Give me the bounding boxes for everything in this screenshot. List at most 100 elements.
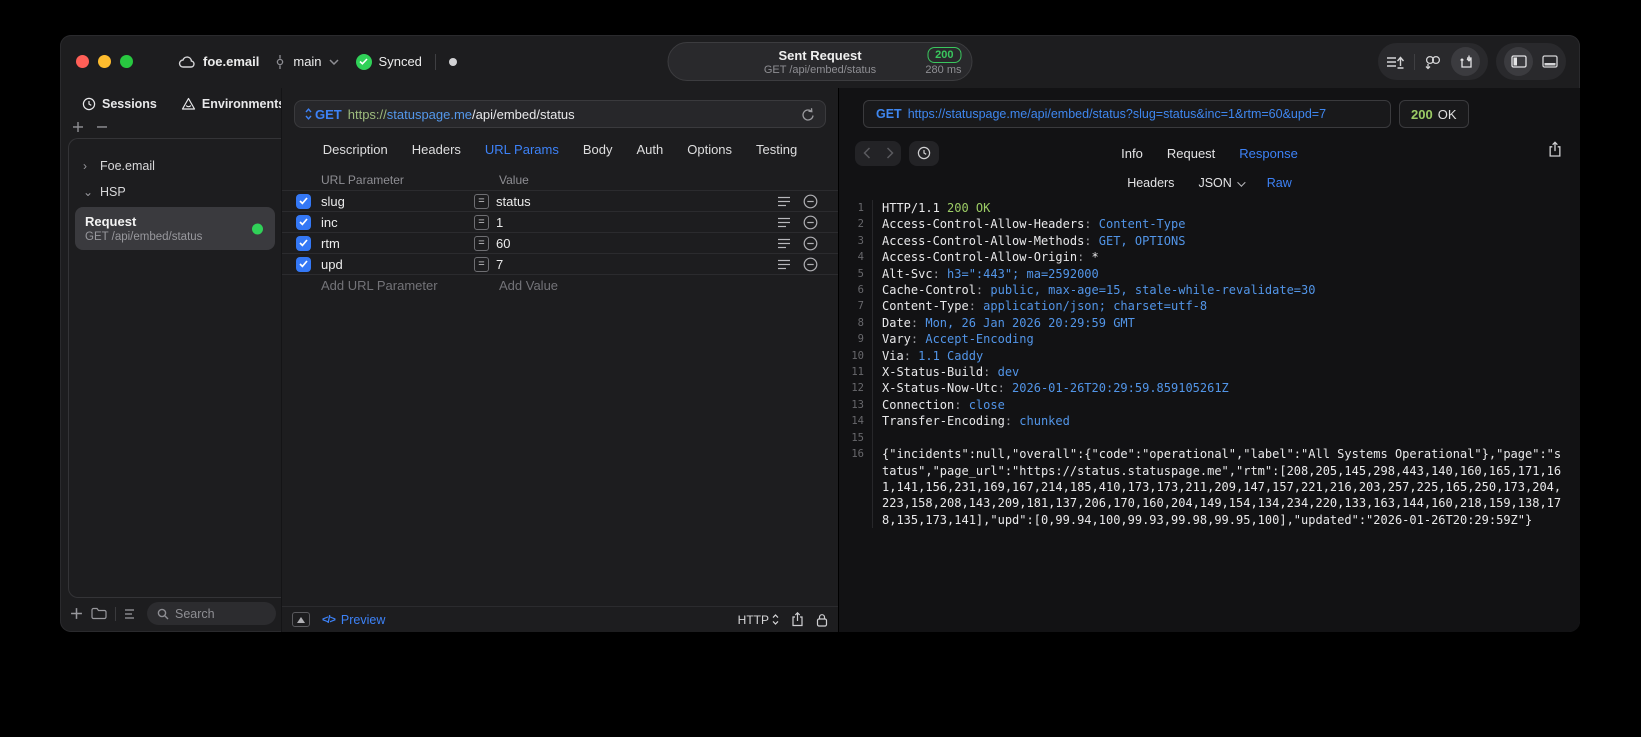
param-options-icon[interactable] [777, 196, 791, 207]
add-param-value-placeholder[interactable]: Add Value [499, 278, 558, 293]
request-tab[interactable]: Headers [412, 142, 461, 157]
param-options-icon[interactable] [777, 259, 791, 270]
response-tab[interactable]: Info [1121, 146, 1143, 161]
request-tab[interactable]: Auth [636, 142, 663, 157]
request-tab[interactable]: Body [583, 142, 613, 157]
url-param-row: rtm = 60 [282, 232, 838, 253]
add-session-icon[interactable] [72, 121, 84, 133]
column-value: Value [499, 173, 529, 187]
cloud-icon [178, 55, 196, 69]
param-value[interactable]: status [496, 194, 777, 209]
param-enabled-checkbox[interactable] [296, 214, 311, 230]
tab-sessions[interactable]: Sessions [82, 97, 157, 111]
response-tab[interactable]: Response [1239, 146, 1298, 161]
preview-button[interactable]: </> Preview [322, 613, 385, 627]
request-status-pill[interactable]: Sent Request GET /api/embed/status 200 2… [667, 42, 973, 81]
response-tab[interactable]: Request [1167, 146, 1215, 161]
response-subtab[interactable]: Raw [1267, 176, 1292, 190]
line-content: Alt-Svc: h3=":443"; ma=2592000 [882, 266, 1099, 281]
response-subtab[interactable]: Headers [1127, 176, 1174, 190]
line-number: 3 [839, 232, 873, 250]
param-enabled-checkbox[interactable] [296, 235, 311, 251]
toggle-bottom-panel-button[interactable] [1542, 55, 1558, 68]
minimize-window-button[interactable] [98, 55, 111, 68]
response-line: 11 X-Status-Build: dev [839, 364, 1580, 381]
tab-environments[interactable]: Environments [181, 97, 285, 111]
export-response-icon[interactable] [1548, 141, 1562, 158]
response-line: 10 Via: 1.1 Caddy [839, 347, 1580, 365]
sync-status-label: Synced [378, 54, 422, 69]
sent-request-url[interactable]: GET https://statuspage.me/api/embed/stat… [863, 100, 1391, 128]
param-name[interactable]: inc [321, 215, 474, 230]
param-value[interactable]: 7 [496, 257, 777, 272]
request-item-title: Request [85, 214, 137, 229]
protocol-selector[interactable]: HTTP [738, 613, 779, 627]
expand-console-button[interactable] [292, 612, 310, 627]
request-item-selected[interactable]: Request GET /api/embed/status [75, 207, 275, 250]
sort-list-icon[interactable] [124, 608, 139, 620]
link-download-icon[interactable] [1424, 54, 1442, 70]
remove-param-icon[interactable] [803, 257, 818, 272]
chevron-down-icon[interactable] [329, 58, 339, 65]
search-input[interactable]: Search [147, 602, 276, 625]
reload-icon[interactable] [801, 107, 815, 122]
param-options-icon[interactable] [777, 217, 791, 228]
sidebar-bottom-bar: Search [70, 602, 276, 625]
project-name[interactable]: foe.email [203, 54, 259, 69]
response-line: 15 [839, 429, 1580, 447]
response-line: 6 Cache-Control: public, max-age=15, sta… [839, 282, 1580, 299]
new-folder-icon[interactable] [91, 607, 107, 620]
param-value[interactable]: 60 [496, 236, 777, 251]
tree-chevron-icon[interactable]: › [83, 159, 91, 173]
request-tab[interactable]: Description [323, 142, 388, 157]
request-tab[interactable]: Testing [756, 142, 797, 157]
tree-group[interactable]: › Foe.email [69, 153, 281, 179]
titlebar-actions [1378, 43, 1566, 80]
response-nav-row: Info Request Response [839, 136, 1580, 170]
request-item-subtitle: GET /api/embed/status [85, 231, 203, 243]
close-window-button[interactable] [76, 55, 89, 68]
divider [115, 606, 116, 621]
search-icon [157, 608, 169, 619]
method-selector[interactable]: GET [305, 107, 342, 122]
response-subtab[interactable]: JSON [1198, 176, 1242, 190]
param-name[interactable]: upd [321, 257, 474, 272]
param-options-icon[interactable] [777, 238, 791, 249]
remove-session-icon[interactable] [96, 121, 108, 133]
equals-match-icon[interactable]: = [474, 235, 489, 251]
request-url[interactable]: https://statuspage.me/api/embed/status [348, 107, 575, 122]
check-icon [299, 239, 308, 247]
equals-match-icon[interactable]: = [474, 256, 489, 272]
tree-chevron-icon[interactable]: ⌄ [83, 185, 93, 199]
param-enabled-checkbox[interactable] [296, 193, 311, 209]
add-request-icon[interactable] [70, 607, 83, 620]
remove-param-icon[interactable] [803, 194, 818, 209]
share-icon[interactable] [791, 612, 804, 627]
request-url-bar[interactable]: GET https://statuspage.me/api/embed/stat… [294, 100, 826, 128]
line-number: 7 [839, 298, 873, 315]
line-number: 14 [839, 413, 873, 430]
response-line: 9 Vary: Accept-Encoding [839, 331, 1580, 348]
param-name[interactable]: slug [321, 194, 474, 209]
lock-icon[interactable] [816, 613, 828, 627]
fullscreen-window-button[interactable] [120, 55, 133, 68]
response-raw-view[interactable]: 1 HTTP/1.1 200 OK 2 Access-Control-Allow… [839, 196, 1580, 632]
toggle-sidebar-panel-button[interactable] [1504, 47, 1533, 76]
equals-match-icon[interactable]: = [474, 193, 489, 209]
request-tab[interactable]: URL Params [485, 142, 559, 157]
export-list-icon[interactable] [1386, 54, 1405, 70]
send-request-button[interactable] [1451, 47, 1480, 76]
branch-name[interactable]: main [293, 54, 321, 69]
branch-icon [274, 54, 286, 70]
request-tab[interactable]: Options [687, 142, 732, 157]
param-enabled-checkbox[interactable] [296, 256, 311, 272]
equals-match-icon[interactable]: = [474, 214, 489, 230]
add-param-name-placeholder[interactable]: Add URL Parameter [321, 278, 499, 293]
response-status-box: 200 OK [1399, 100, 1469, 128]
remove-param-icon[interactable] [803, 236, 818, 251]
tree-group[interactable]: ⌄ HSP [69, 179, 281, 205]
param-name[interactable]: rtm [321, 236, 474, 251]
remove-param-icon[interactable] [803, 215, 818, 230]
param-value[interactable]: 1 [496, 215, 777, 230]
main-panels: Sessions Environments › Foe.email ⌄ HSP … [60, 88, 1580, 632]
